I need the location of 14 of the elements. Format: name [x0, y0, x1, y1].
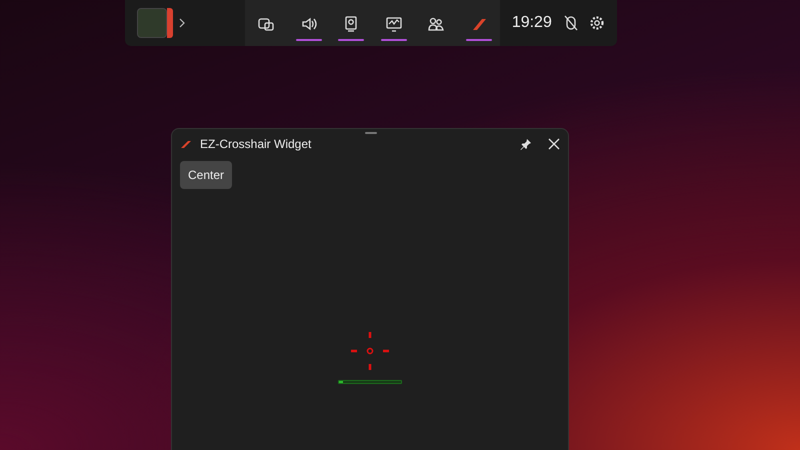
settings-icon[interactable]	[589, 15, 606, 31]
center-button[interactable]: Center	[180, 161, 232, 189]
speaker-icon	[300, 15, 318, 33]
clock-time: 19:29	[512, 13, 552, 33]
monitor-chart-icon	[384, 15, 403, 33]
crosshair-logo-icon	[180, 140, 192, 148]
drag-handle[interactable]	[365, 132, 377, 134]
crosshair-icon	[350, 331, 390, 371]
chevron-icon[interactable]	[179, 18, 185, 28]
mouse-off-icon[interactable]	[564, 15, 578, 31]
pin-icon[interactable]	[520, 138, 532, 150]
widget-title: EZ-Crosshair Widget	[200, 136, 312, 153]
close-icon[interactable]	[548, 138, 560, 150]
people-icon	[427, 15, 446, 33]
